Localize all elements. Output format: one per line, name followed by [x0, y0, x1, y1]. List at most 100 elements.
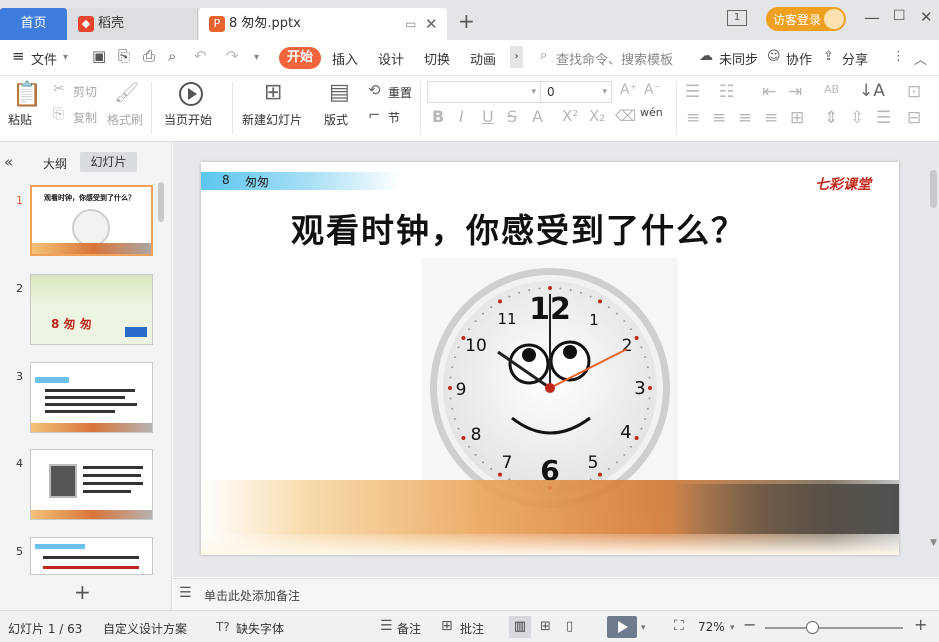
screen-icon[interactable]: ▭: [405, 8, 416, 40]
new-slide-icon[interactable]: ⊞: [264, 80, 282, 105]
window-count-icon[interactable]: 1: [727, 10, 747, 26]
superscript-icon[interactable]: X²: [562, 107, 578, 125]
clear-format-icon[interactable]: ⌫: [615, 107, 636, 125]
justify-icon[interactable]: ≡: [764, 108, 778, 128]
reset-label[interactable]: 重置: [388, 84, 412, 101]
zoom-out-icon[interactable]: −: [743, 615, 756, 634]
play-from-current-label[interactable]: 当页开始: [164, 111, 212, 128]
numbered-list-icon[interactable]: ☷: [719, 82, 734, 102]
text-direction-icon[interactable]: AB: [824, 83, 839, 96]
fit-window-icon[interactable]: ⛶: [674, 618, 684, 634]
section-label[interactable]: 节: [388, 109, 400, 126]
menu-more-icon[interactable]: ›: [510, 46, 523, 68]
subscript-icon[interactable]: X₂: [589, 107, 605, 125]
share-button[interactable]: 分享: [842, 49, 868, 68]
slide-thumbnail[interactable]: 8 匆 匆: [30, 274, 153, 345]
bold-icon[interactable]: B: [432, 107, 444, 126]
notes-placeholder[interactable]: 单击此处添加备注: [204, 587, 300, 604]
chevron-down-icon[interactable]: ▾: [63, 52, 68, 63]
redo-icon[interactable]: ↷: [226, 47, 239, 65]
menu-file[interactable]: 文件: [31, 49, 57, 68]
menu-animation[interactable]: 动画: [470, 49, 496, 68]
strikethrough-icon[interactable]: S: [507, 107, 517, 126]
paste-icon[interactable]: 📋: [12, 80, 42, 108]
slide-view[interactable]: 8 匆匆 七彩课堂 观看时钟，你感受到了什么？ 12 1 2 3 4 5 6 7…: [201, 162, 899, 555]
next-slide-icon[interactable]: ▼: [930, 538, 937, 548]
column-icon[interactable]: ☰: [876, 108, 891, 128]
cut-icon[interactable]: ✂: [53, 81, 65, 97]
reset-icon[interactable]: ⟲: [368, 81, 381, 99]
new-tab-icon[interactable]: +: [458, 9, 475, 33]
notes-toggle-button[interactable]: 备注: [397, 620, 421, 637]
layout-label[interactable]: 版式: [324, 111, 348, 128]
sorter-view-icon[interactable]: ⊞: [540, 619, 551, 634]
slide-thumbnail[interactable]: 观看时钟，你感受到了什么？: [30, 185, 153, 256]
zoom-slider-track[interactable]: [765, 627, 903, 629]
login-button[interactable]: 访客登录: [766, 7, 846, 31]
close-tab-icon[interactable]: ✕: [425, 8, 438, 40]
underline-icon[interactable]: U: [482, 107, 494, 126]
text-box-icon[interactable]: ⊡: [907, 82, 921, 102]
font-size-select[interactable]: 0 ▾: [540, 81, 612, 103]
format-painter-label[interactable]: 格式刷: [107, 111, 143, 128]
sort-icon[interactable]: ↓A: [859, 81, 885, 101]
paragraph-spacing-icon[interactable]: ⇳: [850, 108, 864, 128]
missing-fonts-button[interactable]: 缺失字体: [236, 620, 284, 637]
close-window-icon[interactable]: ✕: [920, 8, 933, 26]
search-command-input[interactable]: 查找命令、搜索模板: [556, 49, 673, 68]
home-tab[interactable]: 首页: [0, 8, 67, 40]
play-from-current-icon[interactable]: [179, 82, 203, 106]
export-icon[interactable]: ⎘: [118, 47, 130, 65]
normal-view-icon[interactable]: ▥: [509, 616, 531, 638]
print-preview-icon[interactable]: ⌕: [168, 47, 176, 65]
notes-pane[interactable]: ☰ 单击此处添加备注: [173, 578, 939, 610]
align-left-icon[interactable]: ≡: [686, 108, 700, 128]
canvas-scrollbar[interactable]: [930, 170, 937, 208]
line-spacing-icon[interactable]: ⇕: [824, 108, 838, 128]
shrink-font-icon[interactable]: A⁻: [644, 82, 661, 98]
more-chevron-icon[interactable]: ▾: [254, 52, 259, 63]
document-tab[interactable]: P 8 匆匆.pptx ▭ ✕: [199, 8, 447, 40]
format-painter-icon[interactable]: 🖌: [114, 80, 139, 104]
play-slideshow-button[interactable]: [607, 616, 637, 638]
unsync-button[interactable]: 未同步: [719, 49, 758, 68]
font-color-icon[interactable]: A: [532, 107, 543, 126]
distribute-icon[interactable]: ⊞: [790, 108, 804, 128]
design-scheme[interactable]: 自定义设计方案: [103, 620, 187, 637]
daoke-tab[interactable]: ◆ 稻壳: [68, 8, 198, 40]
save-icon[interactable]: ▣: [92, 47, 106, 65]
slides-tab[interactable]: 幻灯片: [80, 152, 137, 172]
grow-font-icon[interactable]: A⁺: [620, 82, 637, 98]
bullet-list-icon[interactable]: ☰: [685, 82, 700, 102]
zoom-chevron-icon[interactable]: ▾: [730, 623, 735, 633]
section-icon[interactable]: ⌐: [368, 106, 381, 124]
layout-icon[interactable]: ▤: [329, 80, 350, 105]
collapse-ribbon-icon[interactable]: ︿: [914, 49, 927, 68]
decrease-indent-icon[interactable]: ⇤: [762, 82, 776, 102]
outline-tab[interactable]: 大纲: [43, 155, 67, 172]
menu-start[interactable]: 开始: [279, 47, 321, 69]
slide-thumbnail[interactable]: [30, 449, 153, 520]
increase-indent-icon[interactable]: ⇥: [788, 82, 802, 102]
italic-icon[interactable]: I: [459, 107, 464, 126]
undo-icon[interactable]: ↶: [194, 47, 207, 65]
thumbnail-scrollbar[interactable]: [158, 182, 164, 222]
collab-button[interactable]: 协作: [786, 49, 812, 68]
zoom-level[interactable]: 72%: [698, 620, 725, 634]
reading-view-icon[interactable]: ▯: [566, 619, 573, 634]
print-icon[interactable]: ⎙: [143, 47, 155, 65]
zoom-in-icon[interactable]: +: [914, 615, 927, 634]
maximize-icon[interactable]: ☐: [893, 8, 906, 24]
add-slide-icon[interactable]: +: [74, 580, 91, 604]
play-options-chevron-icon[interactable]: ▾: [641, 623, 646, 633]
hamburger-icon[interactable]: ≡: [12, 47, 25, 65]
slide-thumbnail[interactable]: [30, 362, 153, 433]
font-family-select[interactable]: ▾: [427, 81, 541, 103]
new-slide-label[interactable]: 新建幻灯片: [242, 111, 302, 128]
align-text-icon[interactable]: ⊟: [907, 108, 921, 128]
align-right-icon[interactable]: ≡: [738, 108, 752, 128]
menu-switch[interactable]: 切换: [424, 49, 450, 68]
align-center-icon[interactable]: ≡: [712, 108, 726, 128]
pinyin-icon[interactable]: wén: [640, 106, 663, 119]
slide-thumbnail[interactable]: [30, 537, 153, 575]
